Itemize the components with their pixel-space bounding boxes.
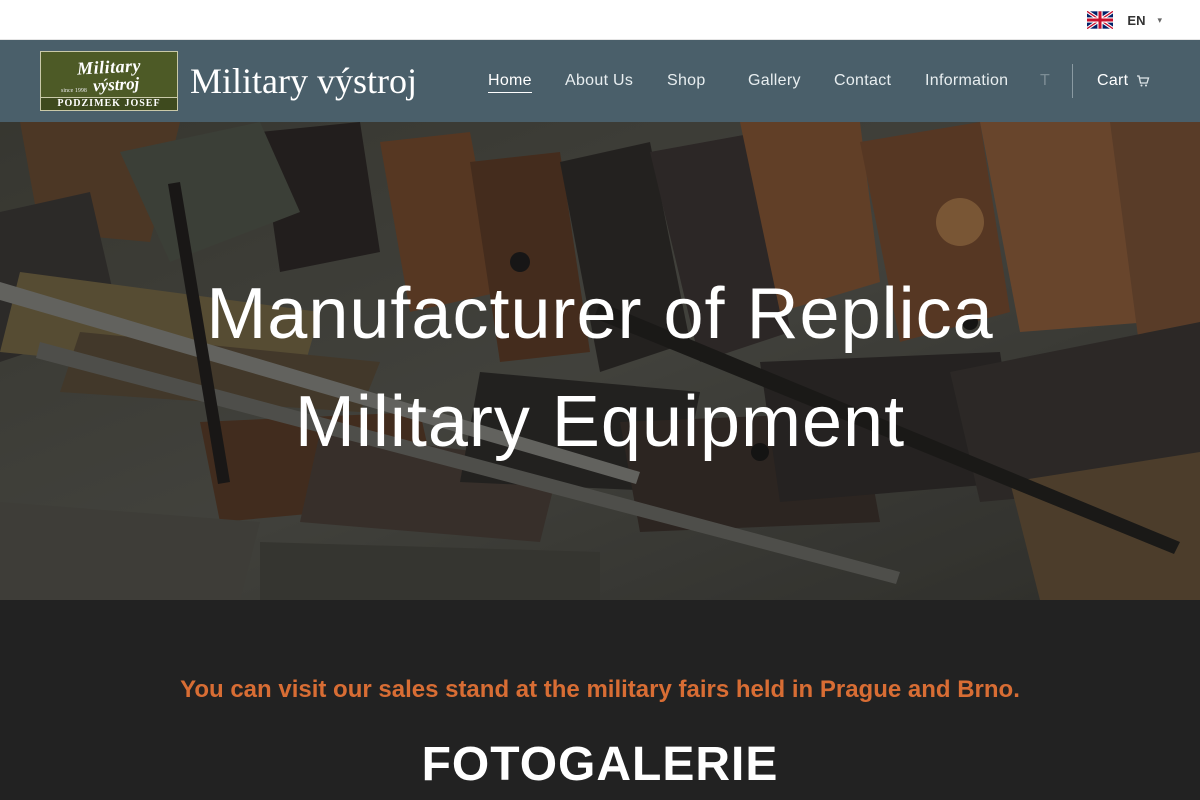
language-switcher[interactable]: EN ▾	[1087, 9, 1162, 31]
site-title[interactable]: Military výstroj	[190, 60, 417, 102]
hero-banner: Manufacturer of Replica Military Equipme…	[0, 122, 1200, 600]
hero-title: Manufacturer of Replica Military Equipme…	[0, 260, 1200, 476]
logo-line2: výstroj	[92, 73, 140, 95]
nav-item-home[interactable]: Home	[488, 71, 532, 93]
nav-item-about-us[interactable]: About Us	[565, 71, 633, 91]
fair-notice: You can visit our sales stand at the mil…	[180, 676, 1020, 703]
hero-title-line2: Military Equipment	[294, 382, 906, 462]
site-header: Military výstroj since 1998 PODZIMEK JOS…	[0, 40, 1200, 122]
nav-item-information[interactable]: Information	[925, 71, 1008, 91]
top-utility-bar: EN ▾	[0, 0, 1200, 40]
cart-icon	[1137, 75, 1150, 87]
nav-overflow-item[interactable]: T	[1040, 71, 1050, 91]
cart-link[interactable]: Cart	[1097, 71, 1150, 91]
language-code: EN	[1127, 12, 1146, 28]
logo-bottom-text: PODZIMEK JOSEF	[41, 97, 177, 110]
gallery-heading: FOTOGALERIE	[421, 738, 779, 791]
cart-label: Cart	[1097, 72, 1129, 89]
logo-since: since 1998	[61, 88, 87, 94]
hero-title-line1: Manufacturer of Replica	[206, 274, 994, 354]
nav-item-gallery[interactable]: Gallery	[748, 71, 801, 91]
uk-flag-icon	[1087, 11, 1114, 29]
chevron-down-icon: ▾	[1157, 14, 1162, 25]
nav-item-shop[interactable]: Shop	[667, 71, 706, 91]
nav-divider	[1072, 64, 1073, 98]
site-logo[interactable]: Military výstroj since 1998 PODZIMEK JOS…	[40, 51, 178, 111]
nav-item-contact[interactable]: Contact	[834, 71, 891, 91]
